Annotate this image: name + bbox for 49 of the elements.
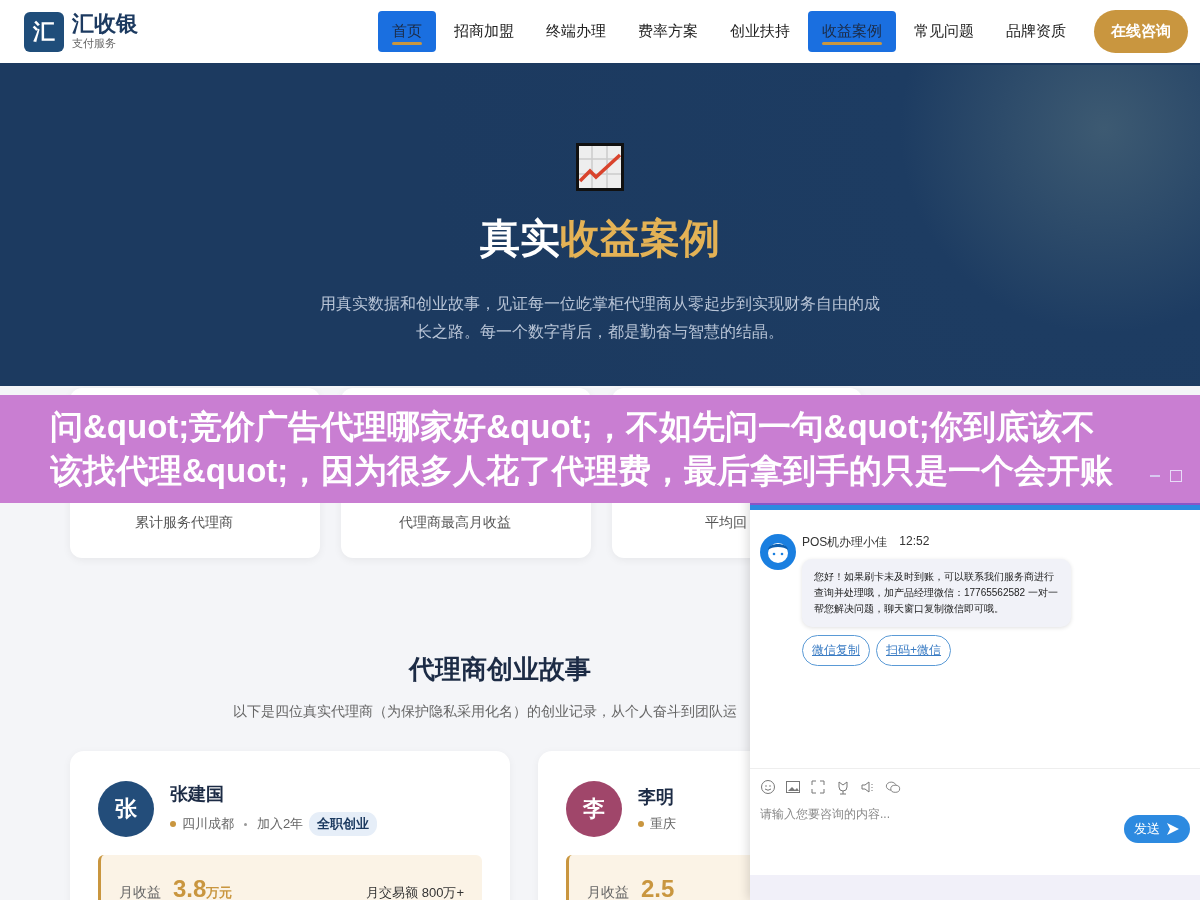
speaker-icon[interactable] xyxy=(860,779,876,795)
agent-name: 张建国 xyxy=(170,783,225,806)
agent-name: 李明 xyxy=(638,786,675,809)
send-icon xyxy=(1166,822,1180,836)
income-label: 月收益 xyxy=(119,884,161,900)
nav-link[interactable]: 常见问题 xyxy=(900,11,988,52)
hero-title: 真实收益案例 xyxy=(480,215,720,262)
emoji-icon[interactable] xyxy=(760,779,776,795)
nav-link[interactable]: 品牌资质 xyxy=(992,11,1080,52)
location-dot-icon xyxy=(170,821,176,827)
section-subtitle: 以下是四位真实代理商（为保护隐私采用化名）的创业记录，从个人奋斗到团队运 xyxy=(233,703,737,721)
chat-bubbles-icon[interactable] xyxy=(885,779,901,795)
volume-text: 月交易额 800万+ xyxy=(366,884,464,900)
stat-label: 平均回 xyxy=(705,514,747,532)
location-text: 重庆 xyxy=(650,815,676,833)
income-value: 2.5 xyxy=(641,875,675,900)
location-dot-icon xyxy=(638,821,644,827)
section-title: 代理商创业故事 xyxy=(409,653,591,686)
tag: 全职创业 xyxy=(309,812,378,836)
caption-text: 问&quot;竞价广告代理哪家好&quot;，不如先问一句&quot;你到底该不该找代理&quot;，因为很多人花了代理费，最后拿到手的只是一个会开账 xyxy=(50,407,1115,491)
maximize-icon[interactable] xyxy=(1170,470,1182,482)
nav-link[interactable]: 费率方案 xyxy=(624,11,712,52)
image-icon[interactable] xyxy=(785,779,801,795)
fullscreen-icon[interactable] xyxy=(810,779,826,795)
nav-link[interactable]: 创业扶持 xyxy=(716,11,804,52)
logo-icon[interactable]: 汇 xyxy=(24,11,64,52)
message-bubble: 您好！如果刷卡未及时到账，可以联系我们服务商进行查询并处理哦，加产品经理微信：17765562582 一对一帮您解决问题，聊天窗口复制微信即可哦。 xyxy=(802,559,1071,627)
tenure-text: 加入2年 xyxy=(257,815,304,833)
income-label: 月收益 xyxy=(587,884,629,900)
separator-dot xyxy=(244,822,247,826)
quick-reply-button[interactable]: 扫码+微信 xyxy=(876,635,951,666)
avatar: 李 xyxy=(566,781,622,837)
agent-name: POS机办理小佳 xyxy=(802,534,888,551)
nav-link[interactable]: 招商加盟 xyxy=(440,11,528,52)
stat-label: 累计服务代理商 xyxy=(135,514,233,532)
send-button[interactable]: 发送 xyxy=(1124,815,1190,843)
chart-icon xyxy=(576,143,624,191)
income-value: 3.8万元 xyxy=(173,875,233,900)
stat-label: 代理商最高月收益 xyxy=(399,514,511,532)
logo-tagline: 支付服务 xyxy=(72,36,117,51)
location-text: 四川成都 xyxy=(182,815,234,833)
quick-reply-button[interactable]: 微信复制 xyxy=(802,635,870,666)
nav-link[interactable]: 终端办理 xyxy=(532,11,620,52)
avatar: 张 xyxy=(98,781,154,837)
logo-name[interactable]: 汇收银 xyxy=(72,12,138,36)
message-time: 12:52 xyxy=(899,534,930,550)
agent-avatar-icon xyxy=(760,534,796,570)
flower-icon[interactable] xyxy=(835,779,851,795)
hero-subtitle: 用真实数据和创业故事，见证每一位屹掌柜代理商从零起步到实现财务自由的成长之路。每一个数字背后，都是勤奋与智慧的结晶。 xyxy=(320,294,880,342)
